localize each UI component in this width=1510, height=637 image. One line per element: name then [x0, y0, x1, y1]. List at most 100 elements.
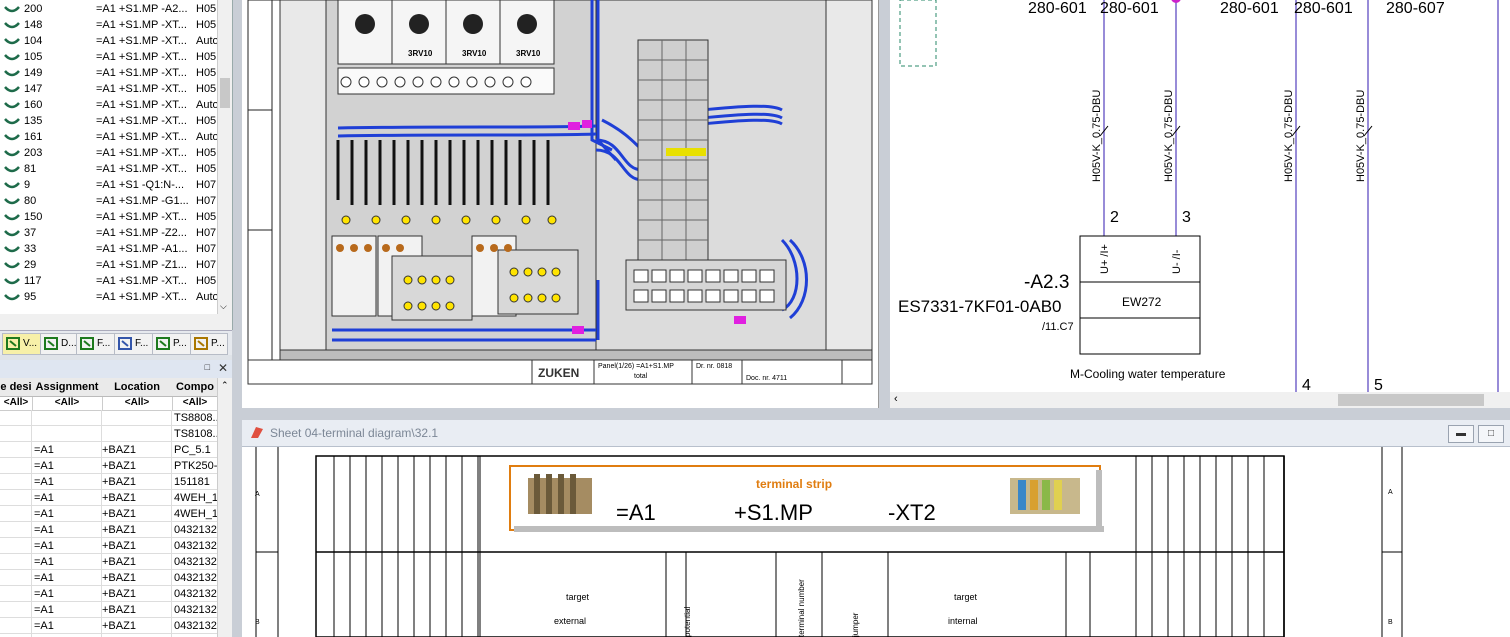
vertical-splitter-left[interactable] — [232, 0, 242, 637]
pin-icon[interactable]: □ — [205, 362, 210, 372]
schematic-horizontal-scrollbar[interactable]: ‹ — [890, 392, 1510, 408]
table-cell[interactable]: +BAZ1 — [102, 458, 172, 474]
tree-row[interactable]: 203 =A1 +S1.MP -XT... H05 — [0, 145, 216, 161]
table-cell[interactable]: =A1 — [32, 602, 102, 618]
table-cell[interactable]: 4WEH_1... — [172, 490, 218, 506]
table-cell[interactable]: +BAZ1 — [102, 570, 172, 586]
tree-row[interactable]: 150 =A1 +S1.MP -XT... H05 — [0, 209, 216, 225]
table-cell[interactable]: TS8108... — [172, 426, 218, 442]
table-cell[interactable]: +BAZ1 — [102, 538, 172, 554]
column-filter[interactable]: <All> — [172, 396, 219, 411]
column-filter[interactable]: <All> — [32, 396, 103, 411]
tab-field-view[interactable]: F... — [76, 333, 118, 355]
table-cell[interactable]: TS8808... — [172, 410, 218, 426]
tab-panel-view[interactable]: P... — [190, 333, 228, 355]
table-cell[interactable]: 0432132 — [172, 554, 218, 570]
table-cell[interactable]: 0432132 — [172, 570, 218, 586]
tree-row[interactable]: 161 =A1 +S1.MP -XT... Auto — [0, 129, 219, 145]
tree-row[interactable]: 80 =A1 +S1.MP -G1... H07 — [0, 193, 216, 209]
tree-horizontal-scrollbar[interactable] — [0, 314, 232, 330]
table-cell[interactable] — [0, 586, 32, 602]
tree-row[interactable]: 147 =A1 +S1.MP -XT... H05 — [0, 81, 216, 97]
horizontal-splitter[interactable] — [242, 408, 1510, 420]
table-cell[interactable]: =A1 — [32, 506, 102, 522]
table-cell[interactable] — [0, 506, 32, 522]
table-cell[interactable]: +BAZ1 — [102, 618, 172, 634]
column-header[interactable]: Assignment — [32, 378, 103, 397]
table-cell[interactable] — [0, 458, 32, 474]
scroll-down-icon[interactable]: ⌵ — [220, 301, 227, 312]
minimize-button[interactable]: ▬ — [1448, 425, 1474, 443]
table-cell[interactable]: =A1 — [32, 458, 102, 474]
tab-function-view[interactable]: F... — [114, 333, 156, 355]
tree-row[interactable]: 117 =A1 +S1.MP -XT... H05 — [0, 273, 216, 289]
terminal-window-titlebar[interactable]: Sheet 04-terminal diagram\32.1 ▬ □ — [242, 420, 1510, 447]
table-cell[interactable] — [102, 410, 172, 426]
table-cell[interactable] — [0, 490, 32, 506]
schematic-view[interactable]: 280-601 280-601 280-601 280-601 280-607 … — [890, 0, 1510, 408]
table-cell[interactable] — [32, 426, 102, 442]
table-cell[interactable]: =A1 — [32, 442, 102, 458]
schematic-scroll-thumb[interactable] — [1338, 394, 1484, 406]
tree-row[interactable]: 95 =A1 +S1.MP -XT... Auto — [0, 289, 219, 305]
table-cell[interactable] — [0, 442, 32, 458]
table-cell[interactable] — [0, 602, 32, 618]
table-cell[interactable]: PTK250-... — [172, 458, 218, 474]
tab-wire-view[interactable]: V... — [2, 333, 44, 355]
table-cell[interactable]: +BAZ1 — [102, 490, 172, 506]
table-cell[interactable]: 0432132 — [172, 538, 218, 554]
column-header[interactable]: Compo — [172, 378, 219, 397]
table-cell[interactable]: 0432132 — [172, 602, 218, 618]
tree-row[interactable]: 105 =A1 +S1.MP -XT... H05 — [0, 49, 216, 65]
table-cell[interactable]: =A1 — [32, 586, 102, 602]
tree-vertical-scrollbar[interactable]: ⌵ — [217, 0, 232, 314]
vertical-splitter-right[interactable] — [878, 0, 890, 412]
scroll-up-icon[interactable]: ⌃ — [221, 380, 229, 391]
table-cell[interactable] — [0, 554, 32, 570]
connection-tree-panel[interactable]: 200 =A1 +S1.MP -A2... H05 148 =A1 +S1.MP -XT… — [0, 0, 233, 330]
column-header[interactable]: Location — [102, 378, 173, 397]
table-vertical-scrollbar[interactable]: ⌃ — [217, 378, 232, 637]
tree-row[interactable]: 9 =A1 +S1 -Q1:N-... H07 — [0, 177, 216, 193]
scroll-left-icon[interactable]: ‹ — [894, 393, 898, 405]
column-filter[interactable]: <All> — [102, 396, 173, 411]
table-cell[interactable]: =A1 — [32, 554, 102, 570]
table-cell[interactable] — [0, 538, 32, 554]
table-cell[interactable]: 0432132 — [172, 522, 218, 538]
tree-row[interactable]: 104 =A1 +S1.MP -XT... Auto — [0, 33, 219, 49]
table-cell[interactable] — [0, 570, 32, 586]
table-cell[interactable]: =A1 — [32, 490, 102, 506]
table-cell[interactable]: =A1 — [32, 522, 102, 538]
column-header[interactable]: e desi — [0, 378, 33, 397]
tree-row[interactable]: 160 =A1 +S1.MP -XT... Auto — [0, 97, 219, 113]
table-cell[interactable]: +BAZ1 — [102, 602, 172, 618]
table-cell[interactable]: +BAZ1 — [102, 474, 172, 490]
tree-row[interactable]: 200 =A1 +S1.MP -A2... H05 — [0, 1, 216, 17]
column-filter[interactable]: <All> — [0, 396, 33, 411]
table-cell[interactable] — [102, 426, 172, 442]
table-cell[interactable]: =A1 — [32, 474, 102, 490]
tree-row[interactable]: 37 =A1 +S1.MP -Z2... H07 — [0, 225, 216, 241]
table-cell[interactable] — [0, 426, 32, 442]
table-cell[interactable]: +BAZ1 — [102, 554, 172, 570]
maximize-button[interactable]: □ — [1478, 425, 1504, 443]
table-cell[interactable] — [0, 410, 32, 426]
table-cell[interactable] — [0, 618, 32, 634]
tree-row[interactable]: 29 =A1 +S1.MP -Z1... H07 — [0, 257, 216, 273]
table-cell[interactable]: 151181 — [172, 474, 218, 490]
table-cell[interactable] — [0, 474, 32, 490]
tree-row[interactable]: 33 =A1 +S1.MP -A1... H07 — [0, 241, 216, 257]
table-cell[interactable] — [0, 522, 32, 538]
close-icon[interactable]: ✕ — [218, 361, 228, 375]
table-cell[interactable]: =A1 — [32, 618, 102, 634]
tree-row[interactable]: 149 =A1 +S1.MP -XT... H05 — [0, 65, 216, 81]
tree-scroll-thumb[interactable] — [220, 78, 230, 108]
table-cell[interactable]: +BAZ1 — [102, 442, 172, 458]
table-cell[interactable]: +BAZ1 — [102, 586, 172, 602]
tree-row[interactable]: 81 =A1 +S1.MP -XT... H05 — [0, 161, 216, 177]
table-cell[interactable]: =A1 — [32, 538, 102, 554]
table-cell[interactable]: +BAZ1 — [102, 506, 172, 522]
panel-layout-view[interactable]: 3RV10 3RV10 3RV10 ZUKEN Panel(1/26) =A1+… — [242, 0, 879, 408]
tab-device-view[interactable]: D... — [40, 333, 80, 355]
tab-product-view[interactable]: P... — [152, 333, 194, 355]
